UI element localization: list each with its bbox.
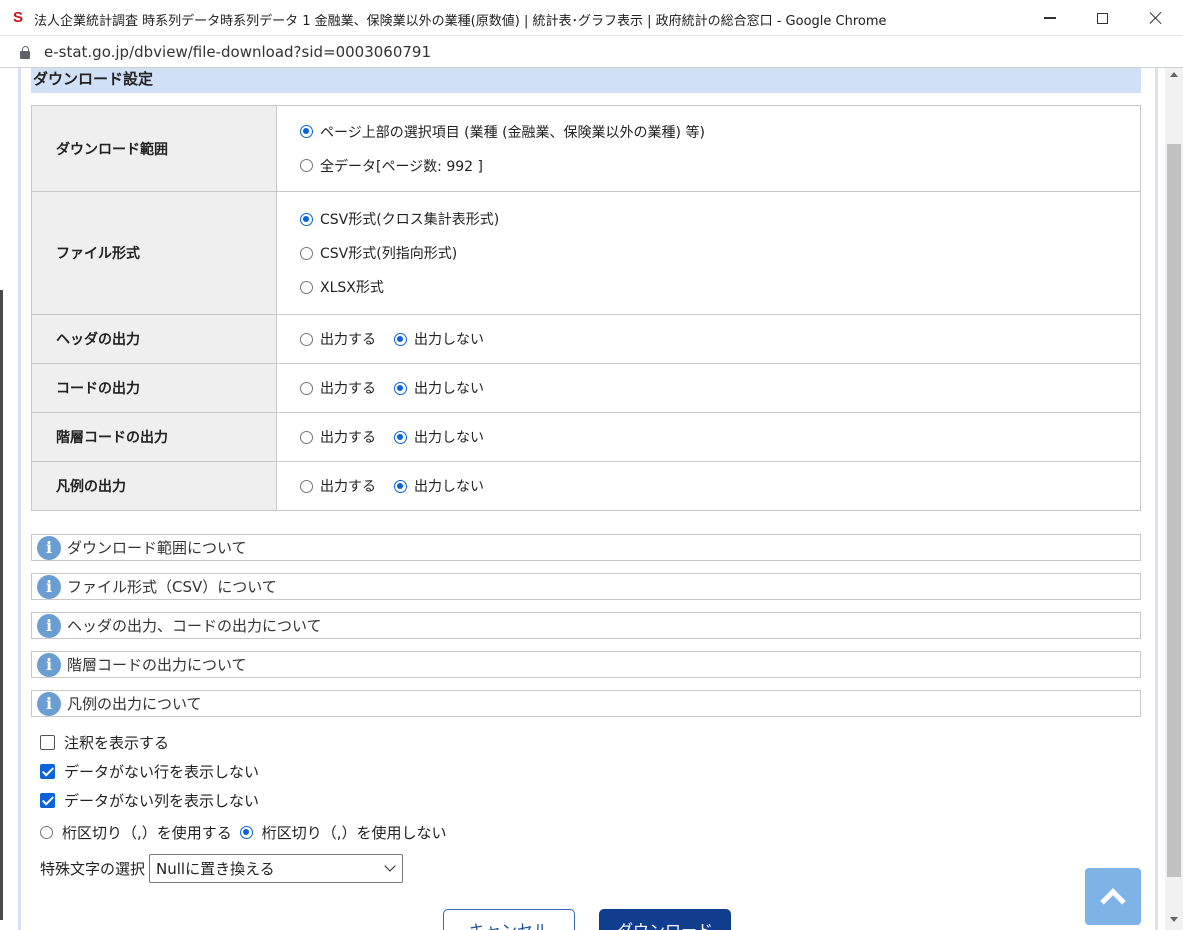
info-icon: i	[37, 535, 61, 560]
info-legend-output[interactable]: i 凡例の出力について	[31, 690, 1141, 717]
window-title: 法人企業統計調査 時系列データ時系列データ 1 金融業、保険業以外の業種(原数値…	[34, 14, 887, 29]
info-icon: i	[37, 574, 61, 599]
level-code-output-label: 階層コードの出力	[31, 412, 277, 462]
header-output-label: ヘッダの出力	[31, 314, 277, 364]
radio-button[interactable]	[300, 246, 313, 260]
row-code-output: コードの出力 出力する 出力しない	[31, 363, 1141, 413]
minimize-button[interactable]	[1024, 0, 1076, 36]
row-download-range: ダウンロード範囲 ページ上部の選択項目 (業種 (金融業、保険業以外の業種) 等…	[31, 105, 1141, 192]
file-format-label: ファイル形式	[31, 191, 277, 315]
info-download-range[interactable]: i ダウンロード範囲について	[31, 534, 1141, 561]
show-annotations-checkbox[interactable]: 注釈を表示する	[40, 728, 640, 757]
row-file-format: ファイル形式 CSV形式(クロス集計表形式) CSV形式(列指向形式) XLSX…	[31, 191, 1141, 315]
code-output-yes[interactable]: 出力する	[300, 378, 376, 398]
info-icon: i	[37, 652, 61, 677]
radio-button[interactable]	[40, 826, 53, 839]
scrollbar-thumb[interactable]	[1167, 144, 1181, 877]
radio-button[interactable]	[394, 332, 407, 346]
download-dialog: ダウンロード設定 ダウンロード範囲 ページ上部の選択項目 (業種 (金融業、保険…	[18, 68, 1158, 930]
chevron-up-icon	[1100, 887, 1126, 914]
info-level-code-output[interactable]: i 階層コードの出力について	[31, 651, 1141, 678]
background-page-edge	[0, 68, 18, 930]
info-file-format[interactable]: i ファイル形式（CSV）について	[31, 573, 1141, 600]
scroll-up-arrow-icon[interactable]	[1170, 72, 1178, 77]
display-options: 注釈を表示する データがない行を表示しない データがない列を表示しない 桁区切り…	[40, 728, 640, 850]
legend-output-yes[interactable]: 出力する	[300, 476, 376, 496]
radio-button[interactable]	[239, 826, 253, 839]
info-icon: i	[37, 613, 61, 638]
level-code-output-no[interactable]: 出力しない	[394, 427, 484, 447]
special-chars-select[interactable]: Nullに置き換える	[149, 854, 404, 883]
hide-empty-columns-checkbox[interactable]: データがない列を表示しない	[40, 786, 640, 815]
legend-output-label: 凡例の出力	[31, 461, 277, 511]
minimize-icon	[1044, 17, 1056, 19]
download-button[interactable]: ダウンロード	[599, 909, 731, 930]
radio-button[interactable]	[300, 280, 313, 294]
special-chars-selected-value: Nullに置き換える	[156, 860, 275, 878]
radio-button[interactable]	[300, 430, 313, 444]
radio-button[interactable]	[394, 430, 407, 444]
separator-not-use[interactable]: 桁区切り（,）を使用しない	[239, 822, 455, 843]
radio-button[interactable]	[300, 212, 313, 226]
row-header-output: ヘッダの出力 出力する 出力しない	[31, 314, 1141, 364]
radio-button[interactable]	[300, 159, 313, 172]
radio-button[interactable]	[300, 479, 313, 493]
level-code-output-yes[interactable]: 出力する	[300, 427, 376, 447]
row-level-code-output: 階層コードの出力 出力する 出力しない	[31, 412, 1141, 462]
maximize-button[interactable]	[1076, 0, 1128, 36]
download-range-label: ダウンロード範囲	[31, 105, 277, 192]
radio-button[interactable]	[300, 332, 313, 346]
lock-icon[interactable]	[20, 46, 30, 59]
special-chars-row: 特殊文字の選択 Nullに置き換える	[40, 854, 404, 883]
radio-button[interactable]	[394, 381, 407, 395]
estat-favicon-icon: S	[8, 8, 28, 28]
scroll-down-arrow-icon[interactable]	[1170, 917, 1178, 922]
chevron-down-icon	[384, 860, 396, 872]
code-output-no[interactable]: 出力しない	[394, 378, 484, 398]
info-accordion-list: i ダウンロード範囲について i ファイル形式（CSV）について i ヘッダの出力、コ…	[31, 534, 1141, 729]
header-output-no[interactable]: 出力しない	[394, 329, 484, 349]
legend-output-no[interactable]: 出力しない	[394, 476, 484, 496]
separator-use[interactable]: 桁区切り（,）を使用する	[40, 822, 240, 843]
radio-button[interactable]	[394, 479, 407, 493]
thousands-separator-options: 桁区切り（,）を使用する 桁区切り（,）を使用しない	[40, 815, 640, 850]
range-option-selected-items[interactable]: ページ上部の選択項目 (業種 (金融業、保険業以外の業種) 等)	[300, 122, 1140, 142]
cancel-button[interactable]: キャンセル	[443, 909, 575, 930]
special-chars-label: 特殊文字の選択	[40, 860, 146, 878]
range-option-all-data[interactable]: 全データ[ページ数: 992 ]	[300, 156, 1140, 176]
download-settings-table: ダウンロード範囲 ページ上部の選択項目 (業種 (金融業、保険業以外の業種) 等…	[31, 105, 1141, 511]
address-bar[interactable]: e-stat.go.jp/dbview/file-download?sid=00…	[0, 36, 1183, 68]
format-option-xlsx[interactable]: XLSX形式	[300, 277, 1140, 297]
checkbox[interactable]	[40, 735, 55, 750]
close-window-button[interactable]	[1130, 0, 1182, 36]
checkbox[interactable]	[40, 764, 55, 779]
url-text[interactable]: e-stat.go.jp/dbview/file-download?sid=00…	[44, 43, 431, 61]
format-option-csv-column[interactable]: CSV形式(列指向形式)	[300, 243, 1140, 263]
page-viewport: ダウンロード設定 ダウンロード範囲 ページ上部の選択項目 (業種 (金融業、保険…	[0, 68, 1183, 930]
checkbox[interactable]	[40, 793, 55, 808]
maximize-icon	[1096, 12, 1108, 24]
close-icon	[1149, 11, 1163, 25]
scroll-to-top-button[interactable]	[1085, 868, 1141, 925]
radio-button[interactable]	[300, 125, 313, 138]
section-title: ダウンロード設定	[31, 68, 1141, 93]
window-title-bar: S 法人企業統計調査 時系列データ時系列データ 1 金融業、保険業以外の業種(原…	[0, 0, 1183, 36]
info-header-code-output[interactable]: i ヘッダの出力、コードの出力について	[31, 612, 1141, 639]
info-icon: i	[37, 691, 61, 716]
code-output-label: コードの出力	[31, 363, 277, 413]
format-option-csv-cross[interactable]: CSV形式(クロス集計表形式)	[300, 209, 1140, 229]
hide-empty-rows-checkbox[interactable]: データがない行を表示しない	[40, 757, 640, 786]
header-output-yes[interactable]: 出力する	[300, 329, 376, 349]
page-scrollbar[interactable]	[1165, 68, 1183, 930]
row-legend-output: 凡例の出力 出力する 出力しない	[31, 461, 1141, 511]
radio-button[interactable]	[300, 381, 313, 395]
